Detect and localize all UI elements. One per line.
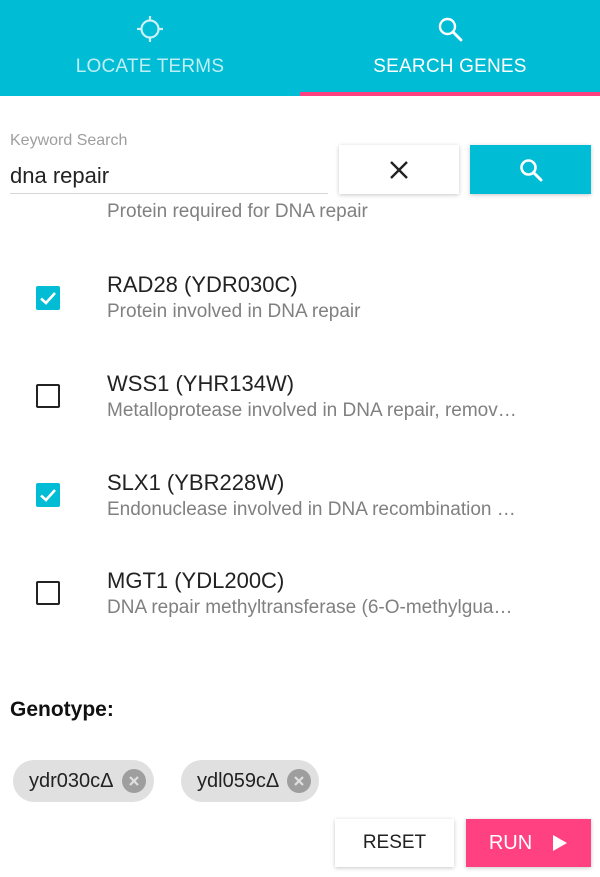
search-button[interactable] [470, 145, 591, 194]
search-icon [438, 17, 463, 42]
genotype-chip: ydl059cΔ [181, 760, 320, 802]
gene-checkbox[interactable] [36, 384, 60, 408]
checkmark-icon [40, 489, 56, 502]
gene-description: Metalloprotease involved in DNA repair, … [107, 400, 517, 421]
gene-checkbox[interactable] [36, 483, 60, 507]
tab-search-genes[interactable]: SEARCH GENES [300, 0, 600, 96]
gene-name: MGT1 (YDL200C) [107, 568, 285, 593]
chip-remove-button[interactable] [121, 769, 146, 793]
list-item: RAD28 (YDR030C) Protein involved in DNA … [0, 264, 600, 362]
tab-locate-terms[interactable]: LOCATE TERMS [0, 0, 300, 96]
gene-results-list[interactable]: Protein required for DNA repair RAD28 (Y… [0, 196, 600, 656]
keyword-search-input[interactable] [10, 158, 328, 194]
checkmark-icon [40, 292, 56, 305]
gene-checkbox[interactable] [36, 286, 60, 310]
chip-remove-button[interactable] [287, 769, 312, 793]
tab-label: SEARCH GENES [373, 56, 527, 77]
reset-label: RESET [362, 832, 427, 853]
crosshair-icon [137, 16, 163, 42]
gene-name: SLX1 (YBR228W) [107, 470, 285, 495]
active-tab-indicator [300, 92, 600, 96]
gene-description: Protein required for DNA repair [107, 201, 368, 222]
gene-description: DNA repair methyltransferase (6-O-methyl… [107, 597, 513, 618]
tab-label: LOCATE TERMS [75, 56, 225, 77]
close-icon [390, 160, 408, 179]
play-icon [553, 835, 568, 851]
list-item: MGT1 (YDL200C) DNA repair methyltransfer… [0, 559, 600, 656]
gene-name: WSS1 (YHR134W) [107, 371, 295, 396]
search-icon [519, 158, 542, 181]
gene-description: Endonuclease involved in DNA recombinati… [107, 499, 516, 520]
list-item: WSS1 (YHR134W) Metalloprotease involved … [0, 362, 600, 460]
chip-label: ydr030cΔ [29, 769, 114, 792]
run-label: RUN [488, 831, 533, 854]
close-icon [294, 776, 305, 786]
genotype-chip: ydr030cΔ [13, 760, 154, 802]
gene-checkbox[interactable] [36, 581, 60, 605]
chip-label: ydl059cΔ [197, 769, 280, 792]
gene-description: Protein involved in DNA repair [107, 301, 361, 322]
gene-name: RAD28 (YDR030C) [107, 272, 298, 297]
run-button[interactable]: RUN [466, 819, 591, 867]
genotype-label: Genotype: [10, 698, 114, 721]
reset-button[interactable]: RESET [335, 819, 454, 867]
keyword-search-label: Keyword Search [10, 132, 128, 149]
list-item: SLX1 (YBR228W) Endonuclease involved in … [0, 461, 600, 559]
close-icon [128, 776, 139, 786]
tab-bar: LOCATE TERMS SEARCH GENES [0, 0, 600, 96]
clear-button[interactable] [339, 145, 459, 194]
